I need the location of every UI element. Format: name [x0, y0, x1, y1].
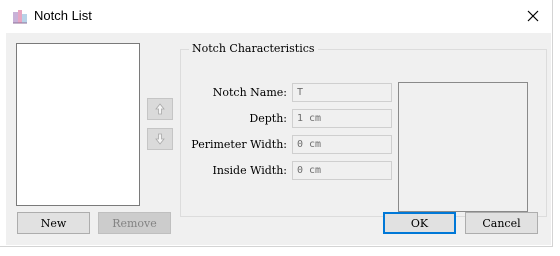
new-button[interactable]: New — [17, 212, 90, 234]
inside-width-field[interactable]: 0 cm — [292, 161, 392, 180]
dialog-body: Notch Characteristics Notch Name: T Dept… — [6, 33, 551, 245]
perimeter-width-field[interactable]: 0 cm — [292, 135, 392, 154]
notch-name-field[interactable]: T — [292, 83, 392, 102]
notch-name-label: Notch Name: — [212, 86, 287, 99]
notch-app-icon — [13, 10, 27, 24]
title-bar[interactable]: Notch List — [0, 0, 552, 33]
notch-list-box[interactable] — [16, 43, 140, 206]
depth-label: Depth: — [249, 112, 287, 125]
inside-width-label: Inside Width: — [212, 164, 287, 177]
arrow-down-icon — [155, 133, 165, 145]
perimeter-width-label: Perimeter Width: — [191, 138, 287, 151]
remove-button[interactable]: Remove — [98, 212, 171, 234]
ok-button[interactable]: OK — [383, 212, 456, 234]
notch-preview — [398, 82, 528, 212]
cancel-button[interactable]: Cancel — [465, 212, 538, 234]
move-down-button[interactable] — [147, 128, 173, 150]
window-title: Notch List — [34, 8, 92, 23]
notch-list-dialog: Notch List Notch Characteristics Notch N… — [0, 0, 553, 247]
notch-characteristics-group: Notch Characteristics Notch Name: T Dept… — [180, 42, 547, 217]
move-up-button[interactable] — [147, 98, 173, 120]
depth-field[interactable]: 1 cm — [292, 109, 392, 128]
close-icon — [527, 10, 539, 22]
group-label: Notch Characteristics — [189, 42, 318, 56]
arrow-up-icon — [155, 103, 165, 115]
close-button[interactable] — [522, 5, 544, 27]
